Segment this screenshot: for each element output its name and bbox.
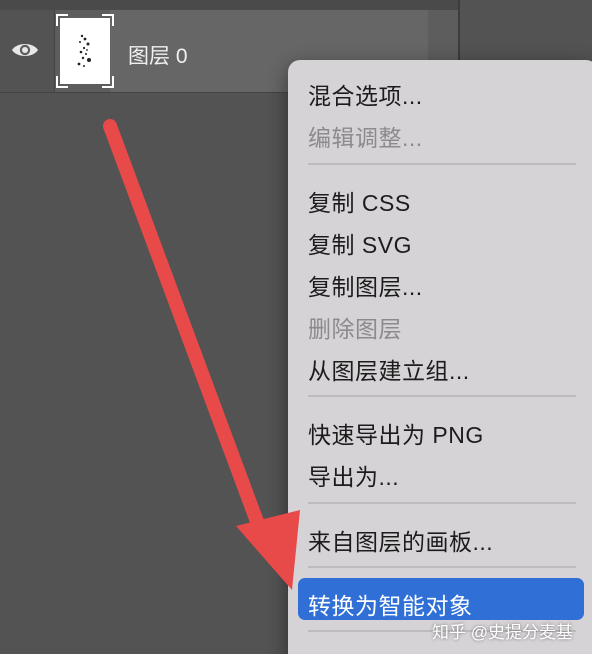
layer-thumbnail[interactable] — [60, 18, 110, 84]
context-menu: 混合选项... 编辑调整... 复制 CSS 复制 SVG 复制图层... 删除… — [288, 60, 592, 654]
panel-header-strip — [0, 0, 460, 10]
visibility-column[interactable] — [0, 10, 55, 92]
layer-name[interactable]: 图层 0 — [128, 40, 188, 70]
menu-item-copy-css[interactable]: 复制 CSS — [308, 184, 411, 218]
watermark: 知乎 @史提分麦基 — [432, 623, 573, 642]
menu-separator — [308, 502, 576, 504]
menu-separator — [308, 566, 576, 568]
menu-separator — [308, 395, 576, 397]
menu-item-artboard-from-layers[interactable]: 来自图层的画板... — [308, 523, 493, 557]
menu-item-copy-svg[interactable]: 复制 SVG — [308, 226, 412, 260]
menu-item-export-as[interactable]: 导出为... — [308, 458, 399, 492]
thumbnail-sketch-icon — [77, 34, 91, 67]
screenshot-stage: 图层 0 混合选项... 编辑调整... 复制 CSS 复制 SVG 复制图层.… — [0, 0, 592, 654]
menu-item-duplicate-layer[interactable]: 复制图层... — [308, 268, 423, 302]
menu-item-group-from-layers[interactable]: 从图层建立组... — [308, 352, 470, 386]
menu-item-delete-layer: 删除图层 — [308, 316, 402, 342]
menu-separator — [308, 163, 576, 165]
eye-icon[interactable] — [10, 40, 40, 60]
menu-item-edit-adjustment: 编辑调整... — [308, 125, 423, 151]
menu-item-convert-to-smart-object[interactable]: 转换为智能对象 — [308, 587, 473, 621]
menu-item-blending-options[interactable]: 混合选项... — [308, 77, 423, 111]
menu-item-quick-export-png[interactable]: 快速导出为 PNG — [308, 416, 484, 450]
